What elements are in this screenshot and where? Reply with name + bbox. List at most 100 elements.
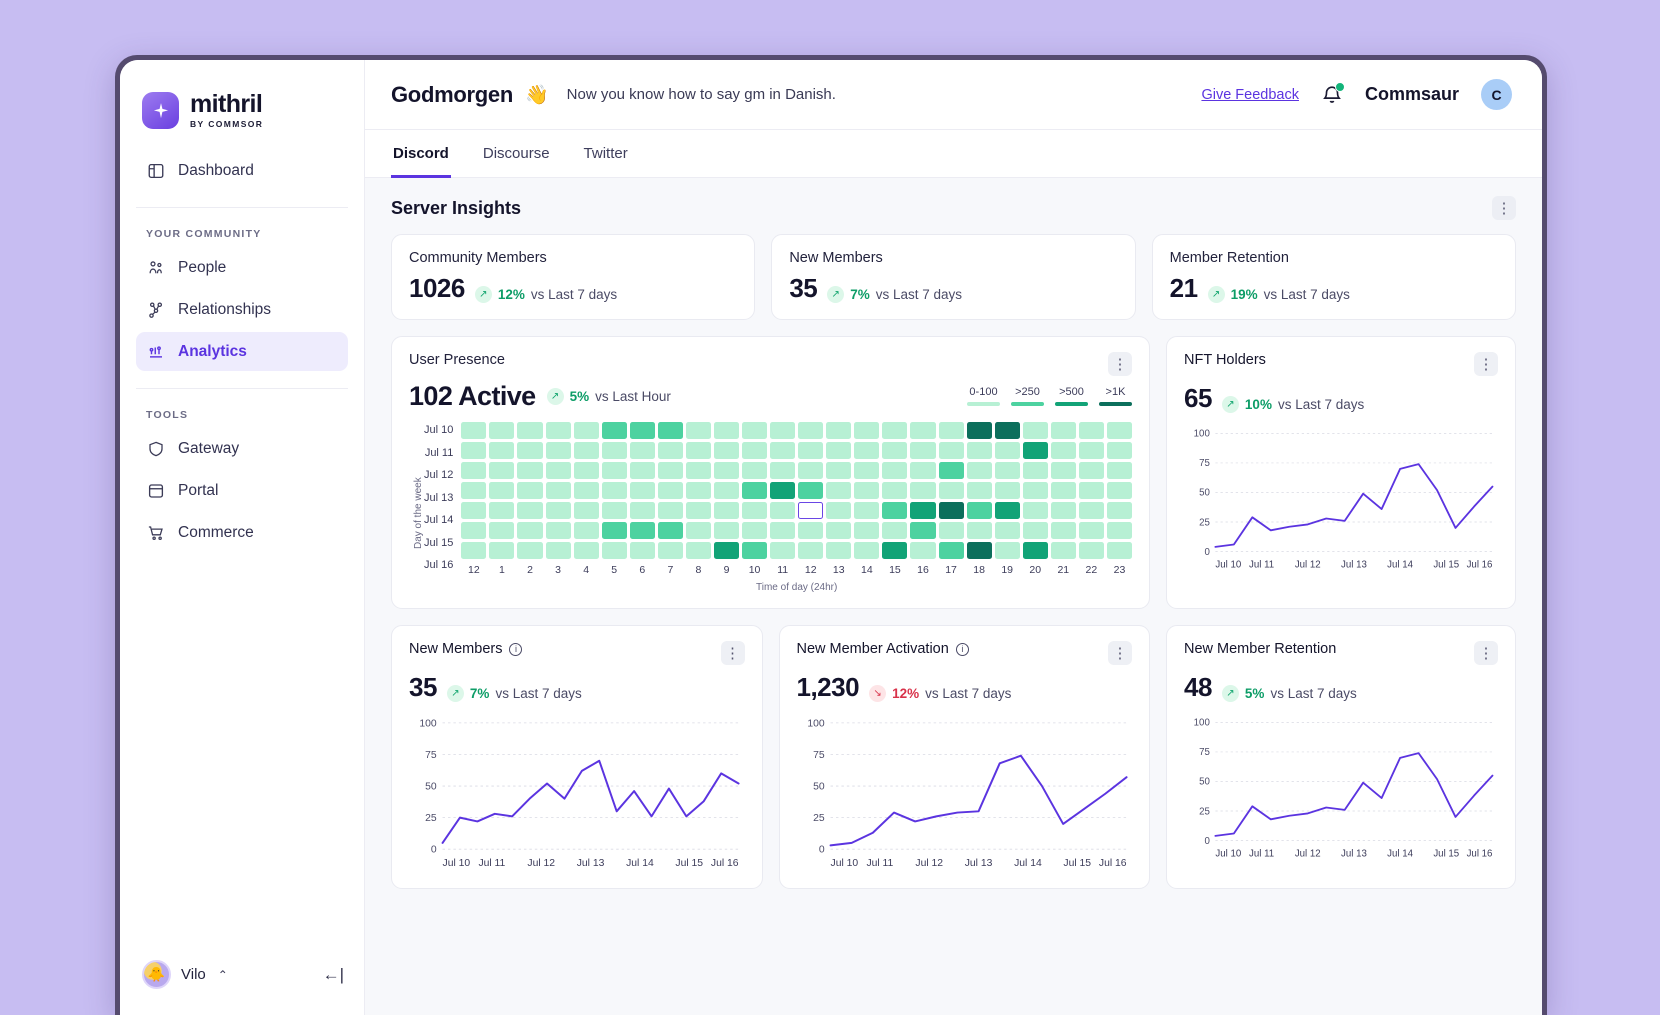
heatmap-cell[interactable] (461, 422, 487, 439)
heatmap-cell[interactable] (742, 422, 768, 439)
heatmap-cell[interactable] (573, 522, 599, 539)
heatmap-cell[interactable] (685, 482, 711, 499)
heatmap-cell[interactable] (966, 542, 992, 559)
heatmap-cell[interactable] (966, 502, 992, 519)
heatmap-cell[interactable] (742, 542, 768, 559)
heatmap-cell[interactable] (461, 502, 487, 519)
heatmap-cell[interactable] (713, 522, 740, 539)
heatmap-cell[interactable] (545, 502, 571, 519)
heatmap-cell[interactable] (742, 442, 768, 459)
avatar[interactable]: 🐥 (142, 960, 171, 989)
heatmap-cell[interactable] (882, 502, 908, 519)
heatmap-cell[interactable] (461, 442, 487, 459)
sidebar-item-dashboard[interactable]: Dashboard (136, 151, 348, 190)
heatmap-cell[interactable] (517, 502, 543, 519)
heatmap-cell[interactable] (657, 542, 683, 559)
heatmap-cell[interactable] (1050, 462, 1076, 479)
collapse-sidebar-icon[interactable]: ←| (323, 965, 344, 985)
card-menu-button[interactable]: ⋮ (1474, 352, 1498, 376)
heatmap-cell[interactable] (489, 422, 515, 439)
heatmap-cell[interactable] (685, 502, 711, 519)
sidebar-item-gateway[interactable]: Gateway (136, 429, 348, 468)
heatmap-cell[interactable] (910, 462, 936, 479)
heatmap-cell[interactable] (1078, 542, 1104, 559)
heatmap-cell[interactable] (854, 522, 880, 539)
heatmap-cell[interactable] (826, 522, 852, 539)
heatmap-cell[interactable] (882, 482, 908, 499)
heatmap-cell[interactable] (601, 442, 627, 459)
heatmap-cell[interactable] (826, 442, 852, 459)
heatmap-cell[interactable] (629, 502, 655, 519)
heatmap-cell[interactable] (573, 482, 599, 499)
heatmap-cell[interactable] (770, 442, 796, 459)
heatmap-cell[interactable] (910, 422, 936, 439)
user-avatar[interactable]: C (1481, 79, 1512, 110)
heatmap-cell[interactable] (854, 422, 880, 439)
heatmap-cell[interactable] (1050, 522, 1076, 539)
heatmap-cell[interactable] (826, 542, 852, 559)
heatmap-cell[interactable] (545, 542, 571, 559)
heatmap-cell[interactable] (685, 422, 711, 439)
sidebar-item-commerce[interactable]: Commerce (136, 513, 348, 552)
heatmap-cell[interactable] (489, 542, 515, 559)
heatmap-cell[interactable] (1022, 422, 1048, 439)
card-menu-button[interactable]: ⋮ (1108, 641, 1132, 665)
heatmap-cell[interactable] (798, 462, 824, 479)
heatmap-cell[interactable] (517, 442, 543, 459)
heatmap-cell[interactable] (1078, 502, 1104, 519)
heatmap-cell[interactable] (1106, 442, 1132, 459)
card-menu-button[interactable]: ⋮ (1108, 352, 1132, 376)
heatmap-cell[interactable] (994, 502, 1020, 519)
heatmap-cell[interactable] (545, 442, 571, 459)
heatmap-cell[interactable] (601, 462, 627, 479)
heatmap-cell[interactable] (685, 522, 711, 539)
heatmap-cell[interactable] (770, 422, 796, 439)
heatmap-cell[interactable] (938, 522, 964, 539)
info-icon[interactable]: i (955, 642, 969, 656)
heatmap-cell[interactable] (770, 502, 796, 519)
heatmap-cell[interactable] (798, 502, 824, 519)
heatmap-cell[interactable] (657, 502, 683, 519)
heatmap-cell[interactable] (1050, 542, 1076, 559)
heatmap-cell[interactable] (938, 502, 964, 519)
heatmap-cell[interactable] (1106, 482, 1132, 499)
heatmap-cell[interactable] (1022, 522, 1048, 539)
heatmap-cell[interactable] (545, 422, 571, 439)
heatmap-cell[interactable] (994, 482, 1020, 499)
heatmap-cell[interactable] (854, 502, 880, 519)
heatmap-cell[interactable] (770, 462, 796, 479)
heatmap-cell[interactable] (1078, 462, 1104, 479)
heatmap-cell[interactable] (573, 462, 599, 479)
user-name[interactable]: Commsaur (1365, 84, 1459, 105)
heatmap-cell[interactable] (685, 442, 711, 459)
heatmap-cell[interactable] (629, 522, 655, 539)
heatmap-cell[interactable] (1106, 522, 1132, 539)
info-icon[interactable]: i (509, 642, 523, 656)
heatmap-cell[interactable] (742, 502, 768, 519)
heatmap-cell[interactable] (770, 542, 796, 559)
give-feedback-link[interactable]: Give Feedback (1201, 87, 1299, 103)
heatmap-cell[interactable] (489, 482, 515, 499)
heatmap-cell[interactable] (1022, 442, 1048, 459)
heatmap-cell[interactable] (517, 422, 543, 439)
heatmap-cell[interactable] (966, 422, 992, 439)
heatmap-cell[interactable] (1022, 462, 1048, 479)
heatmap-cell[interactable] (601, 502, 627, 519)
sidebar-item-portal[interactable]: Portal (136, 471, 348, 510)
brand[interactable]: mithril BY COMMSOR (120, 60, 364, 129)
heatmap-cell[interactable] (1050, 422, 1076, 439)
heatmap-cell[interactable] (826, 422, 852, 439)
heatmap-cell[interactable] (573, 502, 599, 519)
heatmap-cell[interactable] (601, 522, 627, 539)
heatmap-cell[interactable] (713, 462, 740, 479)
heatmap-cell[interactable] (629, 462, 655, 479)
heatmap-cell[interactable] (966, 482, 992, 499)
heatmap-cell[interactable] (1106, 462, 1132, 479)
heatmap-cell[interactable] (742, 522, 768, 539)
heatmap-cell[interactable] (489, 522, 515, 539)
heatmap-cell[interactable] (657, 422, 683, 439)
heatmap-cell[interactable] (966, 462, 992, 479)
heatmap-cell[interactable] (1050, 442, 1076, 459)
heatmap-cell[interactable] (798, 442, 824, 459)
heatmap-cell[interactable] (1078, 482, 1104, 499)
